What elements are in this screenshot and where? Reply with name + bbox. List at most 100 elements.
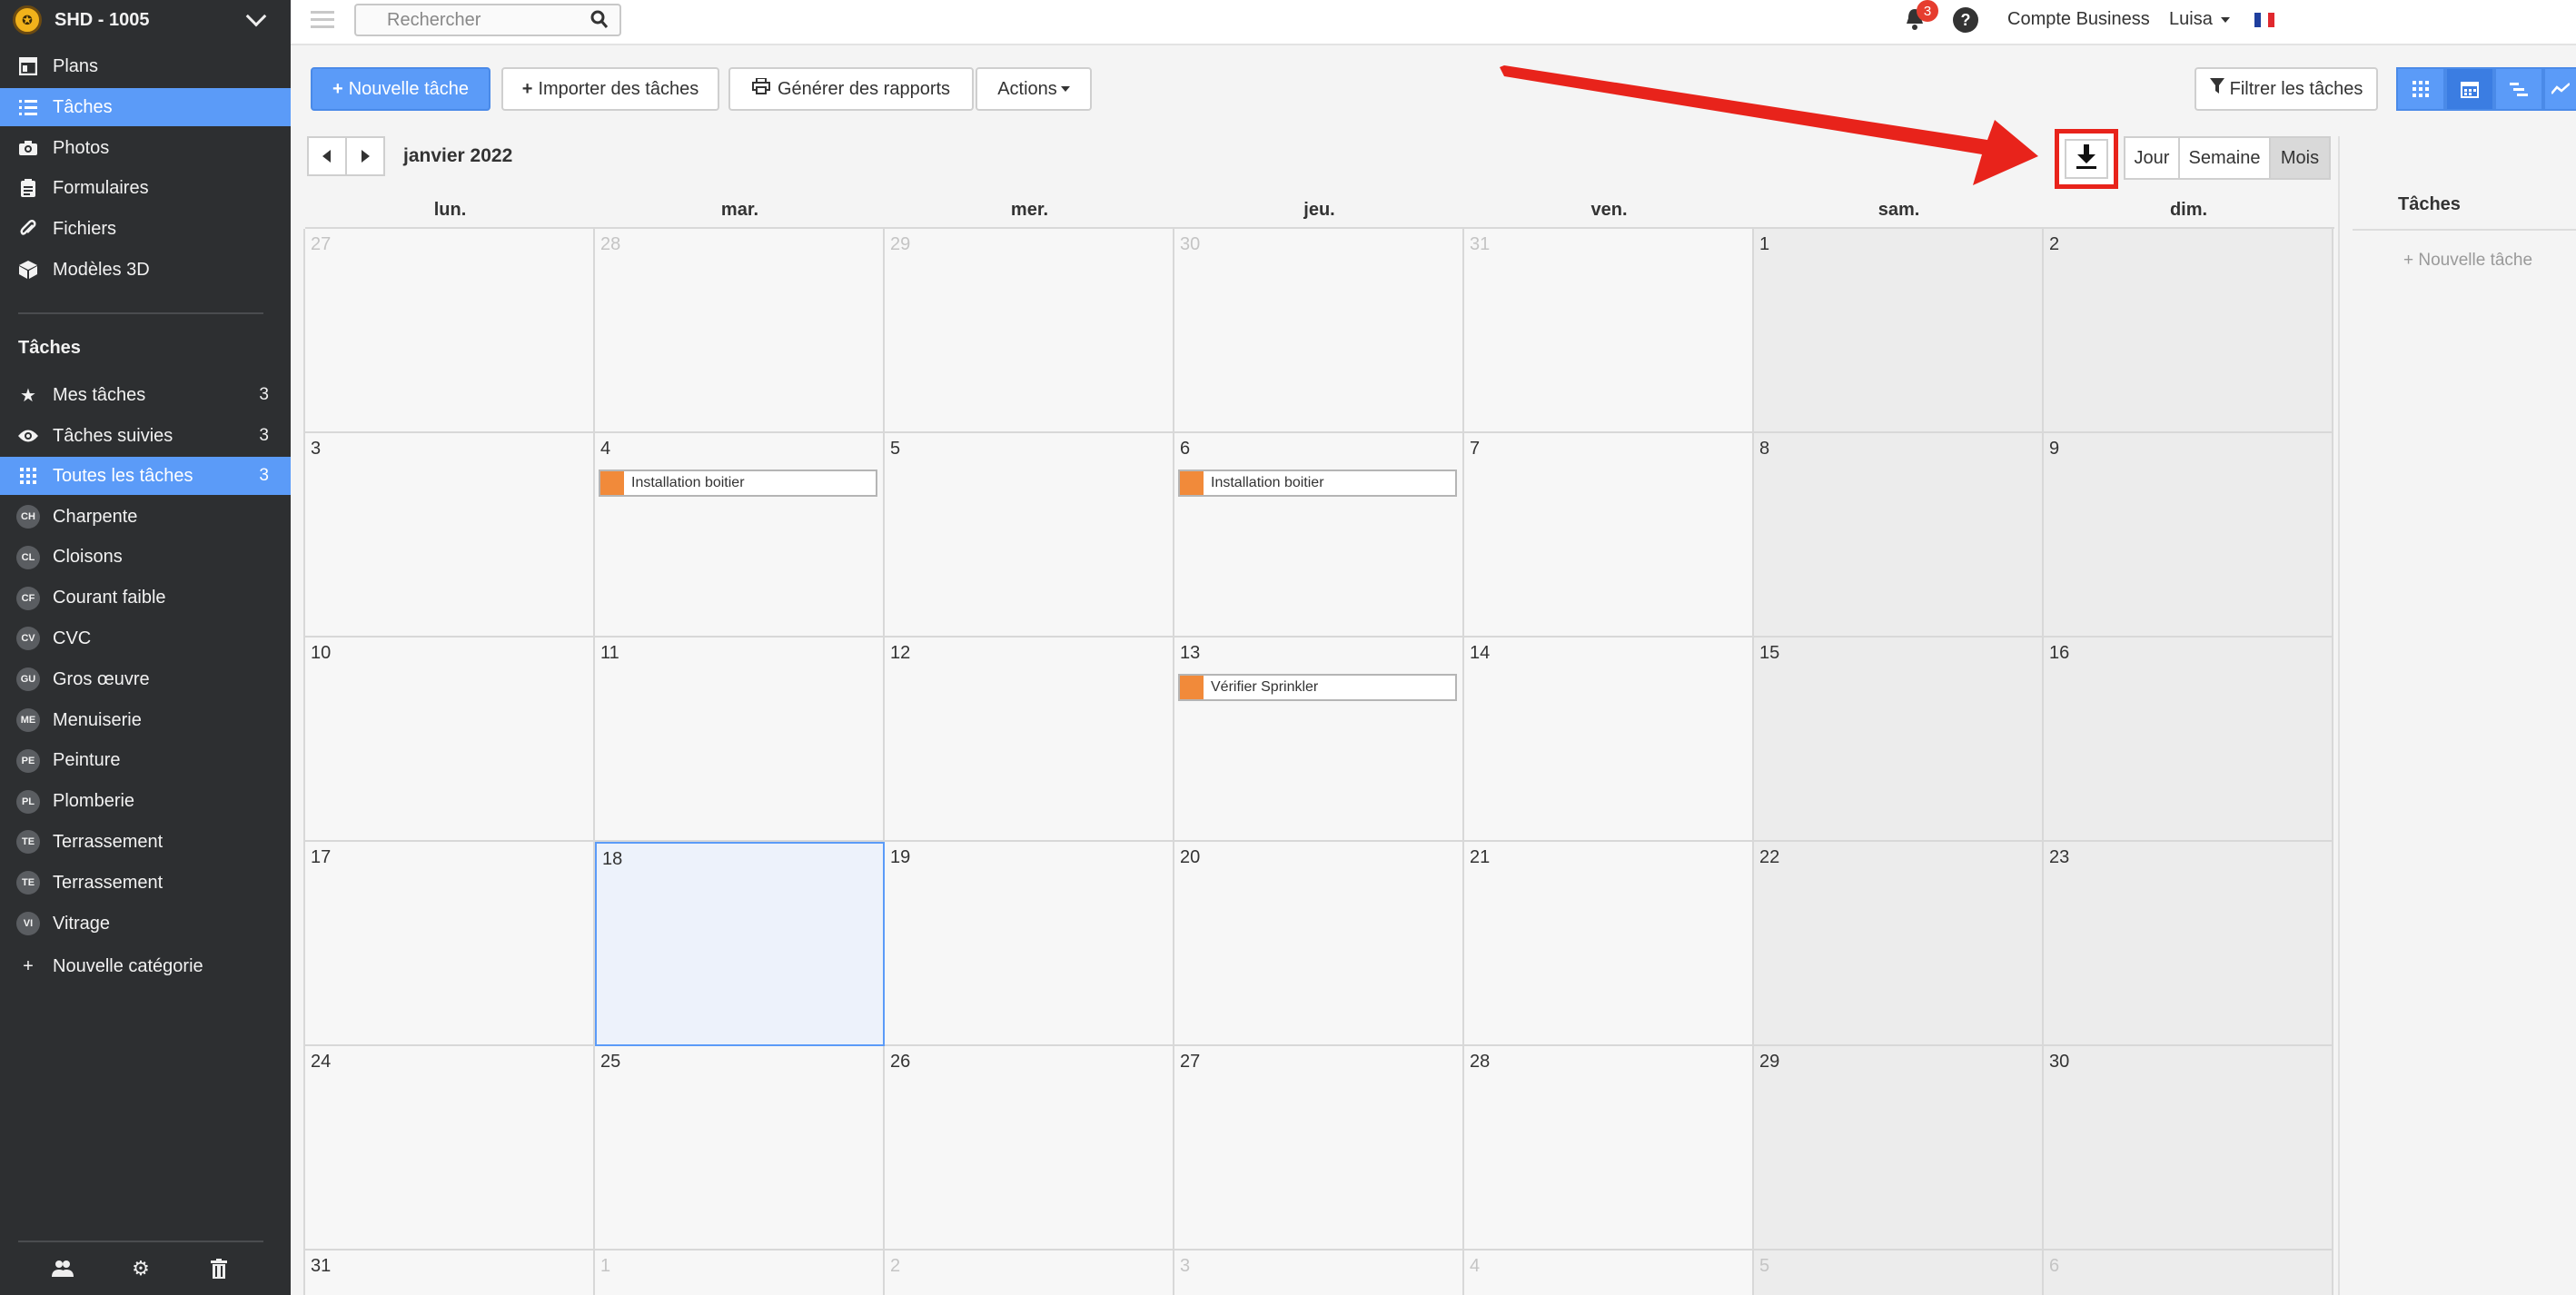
- category-item[interactable]: PE Peinture: [0, 742, 291, 780]
- new-task-link[interactable]: + Nouvelle tâche: [2403, 251, 2532, 271]
- calendar-day[interactable]: 3: [305, 433, 595, 638]
- project-switcher[interactable]: ✪ SHD - 1005: [0, 0, 291, 40]
- calendar-day[interactable]: 19: [885, 842, 1174, 1046]
- users-icon[interactable]: [49, 1255, 76, 1282]
- calendar-day[interactable]: 30: [1174, 229, 1464, 433]
- day-number: 30: [2049, 1052, 2070, 1072]
- calendar-day-today[interactable]: 18: [595, 842, 885, 1046]
- calendar-day[interactable]: 7: [1464, 433, 1754, 638]
- search-icon[interactable]: [590, 9, 609, 35]
- search-input[interactable]: Rechercher: [354, 4, 621, 36]
- user-menu[interactable]: Luisa: [2169, 9, 2231, 30]
- calendar-day[interactable]: 14: [1464, 638, 1754, 842]
- prev-month-button[interactable]: [307, 136, 347, 176]
- category-item[interactable]: ME Menuiserie: [0, 701, 291, 739]
- sidebar-item-plans[interactable]: Plans: [0, 47, 291, 85]
- category-item[interactable]: CL Cloisons: [0, 539, 291, 577]
- calendar-day[interactable]: 28: [1464, 1046, 1754, 1251]
- calendar-day[interactable]: 2: [885, 1251, 1174, 1295]
- category-item[interactable]: VI Vitrage: [0, 905, 291, 943]
- calendar-day[interactable]: 29: [885, 229, 1174, 433]
- sidebar-filter-eye[interactable]: Tâches suivies 3: [0, 417, 291, 455]
- calendar-day[interactable]: 9: [2044, 433, 2333, 638]
- new-category-button[interactable]: + Nouvelle catégorie: [0, 947, 291, 985]
- next-month-button[interactable]: [345, 136, 385, 176]
- trash-icon[interactable]: [205, 1255, 233, 1282]
- calendar-day[interactable]: 28: [595, 229, 885, 433]
- calendar-event[interactable]: Installation boitier: [1178, 470, 1457, 497]
- category-item[interactable]: CH Charpente: [0, 498, 291, 536]
- help-icon[interactable]: ?: [1953, 7, 1978, 33]
- download-button[interactable]: [2065, 139, 2108, 179]
- calendar-day[interactable]: 10: [305, 638, 595, 842]
- french-flag-icon[interactable]: [2254, 13, 2274, 27]
- category-label: Cloisons: [53, 547, 123, 568]
- grid-view-icon[interactable]: [2396, 67, 2445, 111]
- calendar-day[interactable]: 22: [1754, 842, 2044, 1046]
- filter-tasks-button[interactable]: Filtrer les tâches: [2195, 67, 2378, 111]
- sidebar-item-photos[interactable]: Photos: [0, 129, 291, 167]
- weekday-label: mar.: [720, 200, 759, 220]
- calendar-day[interactable]: 5: [1754, 1251, 2044, 1295]
- calendar-day[interactable]: 15: [1754, 638, 2044, 842]
- calendar-day[interactable]: 1: [1754, 229, 2044, 433]
- menu-icon[interactable]: [311, 11, 334, 29]
- calendar-day[interactable]: 3: [1174, 1251, 1464, 1295]
- calendar-day[interactable]: 6 Installation boitier: [1174, 433, 1464, 638]
- sidebar-item-mod-les-3d[interactable]: Modèles 3D: [0, 251, 291, 289]
- calendar-day[interactable]: 31: [305, 1251, 595, 1295]
- sidebar-filter-star[interactable]: ★ Mes tâches 3: [0, 376, 291, 414]
- gear-icon[interactable]: ⚙: [127, 1255, 154, 1282]
- calendar-day[interactable]: 27: [1174, 1046, 1464, 1251]
- sidebar-filter-grid[interactable]: Toutes les tâches 3: [0, 457, 291, 495]
- new-task-button[interactable]: + Nouvelle tâche: [311, 67, 490, 111]
- category-item[interactable]: TE Terrassement: [0, 864, 291, 902]
- calendar-day[interactable]: 2: [2044, 229, 2333, 433]
- gantt-view-icon[interactable]: [2494, 67, 2543, 111]
- calendar-day[interactable]: 6: [2044, 1251, 2333, 1295]
- import-tasks-button[interactable]: + Importer des tâches: [501, 67, 719, 111]
- calendar-day[interactable]: 8: [1754, 433, 2044, 638]
- calendar-day[interactable]: 21: [1464, 842, 1754, 1046]
- calendar-event[interactable]: Installation boitier: [599, 470, 877, 497]
- calendar-view-icon[interactable]: [2445, 67, 2494, 111]
- chart-view-icon[interactable]: [2543, 67, 2576, 111]
- calendar-day[interactable]: 1: [595, 1251, 885, 1295]
- calendar-day[interactable]: 11: [595, 638, 885, 842]
- calendar-day[interactable]: 24: [305, 1046, 595, 1251]
- actions-dropdown[interactable]: Actions: [976, 67, 1092, 111]
- category-item[interactable]: PL Plomberie: [0, 783, 291, 821]
- sidebar-item-formulaires[interactable]: Formulaires: [0, 169, 291, 207]
- calendar-day[interactable]: 26: [885, 1046, 1174, 1251]
- calendar-day[interactable]: 23: [2044, 842, 2333, 1046]
- range-week-button[interactable]: Semaine: [2178, 136, 2271, 180]
- account-link[interactable]: Compte Business: [2007, 9, 2150, 30]
- category-item[interactable]: CV CVC: [0, 619, 291, 657]
- category-item[interactable]: CF Courant faible: [0, 579, 291, 618]
- category-item[interactable]: GU Gros œuvre: [0, 660, 291, 698]
- day-number: 5: [1759, 1256, 1770, 1276]
- calendar-day[interactable]: 20: [1174, 842, 1464, 1046]
- calendar-day[interactable]: 12: [885, 638, 1174, 842]
- calendar-day[interactable]: 30: [2044, 1046, 2333, 1251]
- calendar-day[interactable]: 29: [1754, 1046, 2044, 1251]
- calendar-day[interactable]: 13 Vérifier Sprinkler: [1174, 638, 1464, 842]
- camera-icon: [16, 136, 40, 160]
- range-month-button[interactable]: Mois: [2269, 136, 2331, 180]
- generate-reports-button[interactable]: Générer des rapports: [728, 67, 974, 111]
- calendar-day[interactable]: 5: [885, 433, 1174, 638]
- range-day-button[interactable]: Jour: [2124, 136, 2180, 180]
- category-item[interactable]: TE Terrassement: [0, 823, 291, 861]
- calendar-day[interactable]: 4: [1464, 1251, 1754, 1295]
- day-number: 20: [1180, 847, 1201, 867]
- category-badge: CH: [16, 505, 40, 529]
- sidebar-item-t-ches[interactable]: Tâches: [0, 88, 291, 126]
- calendar-day[interactable]: 25: [595, 1046, 885, 1251]
- calendar-day[interactable]: 16: [2044, 638, 2333, 842]
- calendar-event[interactable]: Vérifier Sprinkler: [1178, 674, 1457, 701]
- calendar-day[interactable]: 17: [305, 842, 595, 1046]
- sidebar-item-fichiers[interactable]: Fichiers: [0, 210, 291, 248]
- calendar-day[interactable]: 27: [305, 229, 595, 433]
- calendar-day[interactable]: 4 Installation boitier: [595, 433, 885, 638]
- calendar-day[interactable]: 31: [1464, 229, 1754, 433]
